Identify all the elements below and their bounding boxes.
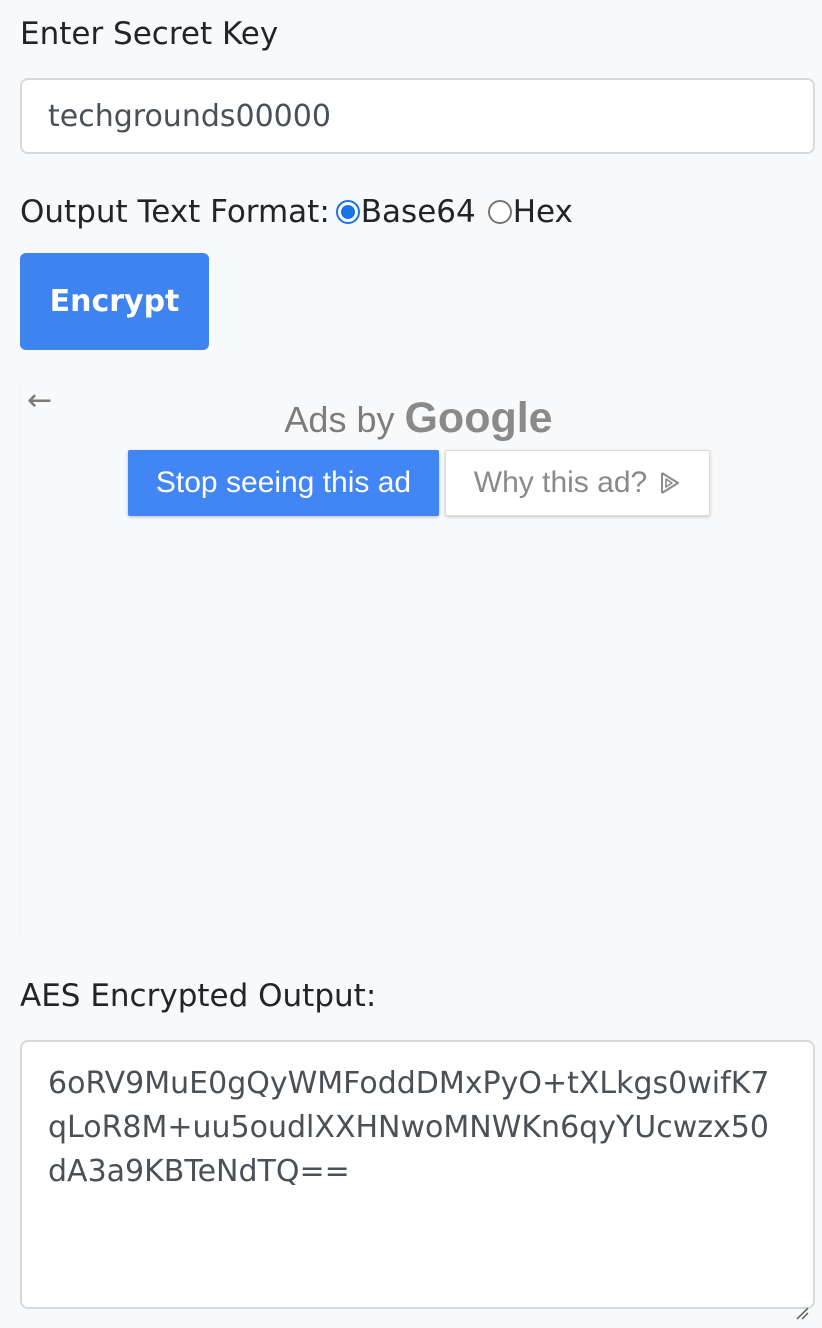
aes-encryption-page: Enter Secret Key Output Text Format: Bas…	[0, 0, 822, 1328]
output-label: AES Encrypted Output:	[20, 978, 377, 1014]
base64-label[interactable]: Base64	[361, 194, 476, 230]
output-format-label: Output Text Format:	[20, 194, 330, 230]
ads-by-text: Ads by	[284, 399, 395, 440]
ad-container: ← Ads by Google Stop seeing this ad Why …	[20, 382, 816, 938]
encrypted-output-textarea[interactable]: 6oRV9MuE0gQyWMFoddDMxPyO+tXLkgs0wifK7qLo…	[20, 1040, 815, 1320]
why-this-ad-button[interactable]: Why this ad?	[445, 450, 710, 516]
hex-label[interactable]: Hex	[513, 194, 573, 230]
ads-by-google-heading: Ads by Google	[21, 394, 816, 443]
adchoices-play-icon	[659, 471, 681, 495]
resize-handle-icon[interactable]	[795, 1289, 809, 1320]
secret-key-label: Enter Secret Key	[20, 16, 279, 52]
base64-radio[interactable]	[335, 200, 360, 224]
encrypted-output-text: 6oRV9MuE0gQyWMFoddDMxPyO+tXLkgs0wifK7qLo…	[48, 1066, 770, 1189]
hex-radio[interactable]	[487, 200, 512, 224]
output-format-row: Output Text Format: Base64 Hex	[20, 192, 579, 232]
why-this-ad-label: Why this ad?	[473, 466, 648, 499]
secret-key-input[interactable]	[20, 78, 815, 154]
stop-seeing-ad-button[interactable]: Stop seeing this ad	[128, 450, 439, 516]
google-brand: Google	[404, 394, 553, 442]
encrypt-button[interactable]: Encrypt	[20, 253, 209, 350]
